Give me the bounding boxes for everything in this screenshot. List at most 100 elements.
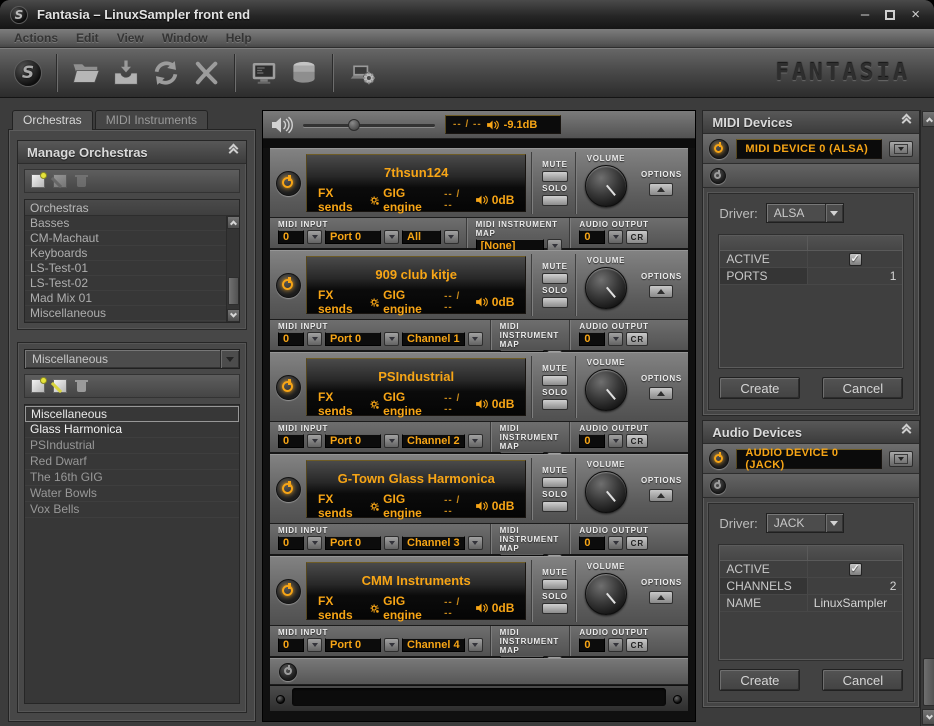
ls-console-button[interactable] (246, 54, 282, 92)
options-button[interactable] (649, 591, 673, 604)
midi-port-select[interactable]: Port 0 (325, 434, 381, 448)
scroll-up-icon[interactable] (922, 111, 934, 127)
param-value[interactable]: 1 (808, 268, 903, 284)
table-row[interactable]: CHANNELS 2 (720, 578, 902, 595)
maximize-button[interactable] (885, 10, 895, 20)
chevron-down-icon[interactable] (384, 434, 399, 448)
midi-channel-select[interactable]: Channel 1 (402, 332, 465, 346)
mute-button[interactable] (542, 273, 568, 284)
chevron-down-icon[interactable] (384, 332, 399, 346)
options-button[interactable] (649, 285, 673, 298)
table-row[interactable]: NAME LinuxSampler (720, 595, 902, 612)
chevron-down-icon[interactable] (468, 638, 483, 652)
orchestras-list-scrollbar[interactable] (226, 216, 239, 322)
chevron-down-icon[interactable] (825, 514, 843, 532)
mute-button[interactable] (542, 171, 568, 182)
solo-button[interactable] (542, 501, 568, 512)
chevron-down-icon[interactable] (889, 141, 913, 157)
midi-device-select[interactable]: 0 (278, 638, 304, 652)
list-item[interactable]: Keyboards (25, 246, 226, 261)
midi-device-select[interactable]: MIDI DEVICE 0 (ALSA) (736, 139, 882, 159)
chevron-down-icon[interactable] (608, 230, 623, 244)
engine-button[interactable]: GIG engine (383, 594, 436, 622)
list-item[interactable]: Miscellaneous (25, 406, 239, 422)
channel-instrument-name[interactable]: PSIndustrial (307, 359, 525, 393)
channel-routing-button[interactable]: CR (626, 434, 648, 448)
chevron-down-icon[interactable] (608, 332, 623, 346)
cancel-button[interactable]: Cancel (822, 377, 903, 399)
midi-device-select[interactable]: 0 (278, 332, 304, 346)
midi-port-select[interactable]: Port 0 (325, 230, 381, 244)
channel-power-button[interactable] (276, 579, 301, 604)
list-item[interactable]: PSIndustrial (25, 438, 239, 454)
delete-instrument-button[interactable] (75, 379, 89, 393)
fx-sends-button[interactable]: FX sends (318, 186, 362, 214)
engine-button[interactable]: GIG engine (383, 186, 436, 214)
midi-port-select[interactable]: Port 0 (325, 638, 381, 652)
chevron-down-icon[interactable] (384, 230, 399, 244)
channel-power-button[interactable] (276, 477, 301, 502)
list-item[interactable]: Red Dwarf (25, 454, 239, 470)
volume-knob[interactable] (585, 369, 627, 411)
chevron-down-icon[interactable] (468, 332, 483, 346)
audio-device-select[interactable]: 0 (579, 230, 605, 244)
orchestra-select[interactable]: Miscellaneous (24, 349, 240, 369)
list-item[interactable]: Vox Bells (25, 502, 239, 518)
engine-button[interactable]: GIG engine (383, 492, 436, 520)
chevron-down-icon[interactable] (307, 230, 322, 244)
create-button[interactable]: Create (719, 669, 800, 691)
new-device-power-button[interactable] (710, 168, 726, 184)
active-checkbox[interactable]: ✓ (849, 563, 862, 576)
channel-power-button[interactable] (276, 375, 301, 400)
close-button[interactable]: × (911, 7, 920, 22)
midi-device-select[interactable]: 0 (278, 536, 304, 550)
options-button[interactable] (649, 183, 673, 196)
reset-sampler-button[interactable] (188, 54, 224, 92)
midi-channel-select[interactable]: Channel 4 (402, 638, 465, 652)
scrollbar-thumb[interactable] (923, 658, 934, 706)
chevron-down-icon[interactable] (384, 536, 399, 550)
table-row[interactable]: ACTIVE ✓ (720, 561, 902, 578)
open-session-button[interactable] (68, 54, 104, 92)
audio-driver-select[interactable]: JACK (766, 513, 844, 533)
midi-channel-select[interactable]: Channel 3 (402, 536, 465, 550)
active-checkbox[interactable]: ✓ (849, 253, 862, 266)
midi-channel-select[interactable]: Channel 2 (402, 434, 465, 448)
scroll-down-icon[interactable] (227, 309, 240, 322)
instruments-db-button[interactable] (286, 54, 322, 92)
channel-volume-value[interactable]: 0dB (492, 601, 515, 615)
menu-edit[interactable]: Edit (68, 31, 107, 45)
param-value[interactable]: LinuxSampler (808, 595, 903, 611)
channel-instrument-name[interactable]: G-Town Glass Harmonica (307, 461, 525, 495)
solo-button[interactable] (542, 195, 568, 206)
channel-power-button[interactable] (276, 171, 301, 196)
audio-device-select[interactable]: AUDIO DEVICE 0 (JACK) (736, 449, 882, 469)
collapse-icon[interactable] (903, 429, 910, 436)
audio-device-select[interactable]: 0 (579, 638, 605, 652)
volume-knob[interactable] (585, 165, 627, 207)
channel-routing-button[interactable]: CR (626, 230, 648, 244)
channel-volume-value[interactable]: 0dB (492, 499, 515, 513)
edit-orchestra-button[interactable] (53, 174, 67, 188)
list-item[interactable]: Mad Mix 01 (25, 291, 226, 306)
minimize-button[interactable]: – (861, 7, 869, 22)
collapse-icon[interactable] (903, 119, 910, 126)
new-channel-power-button[interactable] (279, 663, 297, 681)
add-instrument-button[interactable] (31, 379, 45, 393)
mute-button[interactable] (542, 579, 568, 590)
volume-knob[interactable] (585, 573, 627, 615)
list-item[interactable]: LS-Test-02 (25, 276, 226, 291)
solo-button[interactable] (542, 603, 568, 614)
info-button[interactable]: S (10, 54, 46, 92)
solo-button[interactable] (542, 399, 568, 410)
channel-instrument-name[interactable]: CMM Instruments (307, 563, 525, 597)
fx-sends-button[interactable]: FX sends (318, 288, 362, 316)
delete-orchestra-button[interactable] (75, 174, 89, 188)
chevron-down-icon[interactable] (444, 230, 459, 244)
volume-knob[interactable] (585, 267, 627, 309)
fx-sends-button[interactable]: FX sends (318, 492, 362, 520)
menu-help[interactable]: Help (218, 31, 260, 45)
device-power-button[interactable] (709, 449, 729, 469)
chevron-down-icon[interactable] (468, 434, 483, 448)
chevron-down-icon[interactable] (307, 638, 322, 652)
